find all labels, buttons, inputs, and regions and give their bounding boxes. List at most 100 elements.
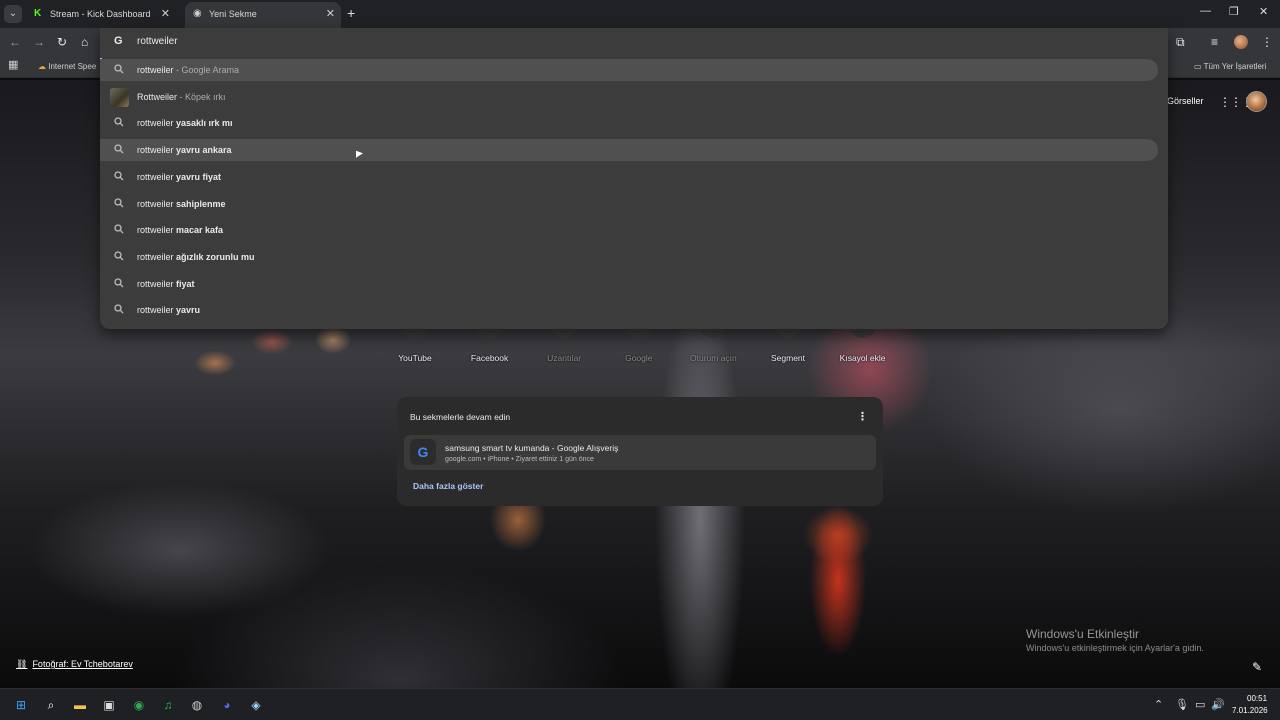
photo-credit-text: Fotoğraf: Ev Tchebotarev xyxy=(32,659,133,669)
file-explorer-icon[interactable]: ▬ xyxy=(71,696,89,714)
suggestion-item[interactable]: rottweiler sahiplenme xyxy=(100,193,1158,215)
folder-icon: ▭ xyxy=(1194,62,1204,71)
tray-chevron-icon[interactable]: ⌃ xyxy=(1154,698,1163,711)
suggestion-item[interactable]: rottweiler yasaklı ırk mı xyxy=(100,112,1158,134)
app-icon[interactable]: ◍ xyxy=(188,696,206,714)
discord-icon[interactable]: ◕ xyxy=(218,696,236,714)
show-more-link[interactable]: Daha fazla göster xyxy=(413,481,483,491)
network-icon[interactable]: ▭ xyxy=(1195,698,1205,711)
clock-time[interactable]: 00:51 xyxy=(1247,694,1267,703)
suggestion-prefix: rottweiler xyxy=(137,145,177,156)
more-options-icon[interactable]: ⋮ xyxy=(857,410,868,423)
suggestion-item[interactable]: Rottweiler - Köpek ırkı xyxy=(100,86,1158,108)
suggestion-completion: sahiplenme xyxy=(176,198,226,209)
suggestion-completion: macar kafa xyxy=(176,225,224,236)
extensions-icon[interactable]: ⧉ xyxy=(1176,35,1185,49)
suggestion-prefix: Rottweiler xyxy=(137,91,178,102)
item-subtitle: google.com • iPhone • Ziyaret ettiniz 1 … xyxy=(445,456,594,463)
bookmark-internet-speed[interactable]: ☁ Internet Spee xyxy=(38,61,96,73)
suggestion-prefix: rottweiler xyxy=(137,251,177,262)
item-title: samsung smart tv kumanda - Google Alışve… xyxy=(445,443,619,453)
search-icon xyxy=(114,117,124,127)
minimize-button[interactable]: — xyxy=(1200,5,1211,17)
suggestion-text: rottweiler yavru ankara xyxy=(137,144,232,156)
link-icon: ⛓ xyxy=(16,659,28,669)
suggestion-prefix: rottweiler xyxy=(137,305,177,316)
all-bookmarks[interactable]: ▭ Tüm Yer İşaretleri xyxy=(1194,61,1266,73)
volume-icon[interactable]: 🔊 xyxy=(1211,698,1225,711)
suggestion-prefix: rottweiler xyxy=(137,198,177,209)
suggestion-item[interactable]: rottweiler yavru fiyat xyxy=(100,166,1158,188)
new-tab-button[interactable]: + xyxy=(347,6,355,20)
media-controls-icon[interactable]: ≡ xyxy=(1211,35,1218,49)
close-tab-icon[interactable]: ✕ xyxy=(326,2,335,26)
back-button[interactable]: ← xyxy=(9,35,21,49)
suggestion-prefix: rottweiler xyxy=(137,171,177,182)
home-button[interactable]: ⌂ xyxy=(81,35,88,49)
rottweiler-thumbnail xyxy=(110,87,129,107)
suggestion-completion: yavru ankara xyxy=(176,145,232,156)
suggestion-text: rottweiler sahiplenme xyxy=(137,198,226,210)
close-window-button[interactable]: ✕ xyxy=(1259,5,1268,18)
search-icon xyxy=(114,197,124,207)
search-icon xyxy=(114,251,124,261)
reload-button[interactable]: ↻ xyxy=(57,35,67,49)
suggestion-text: rottweiler yavru xyxy=(137,304,200,316)
shortcut-label: Uzantılar xyxy=(547,353,582,363)
suggestion-completion: yavru fiyat xyxy=(176,171,222,182)
suggestion-text: rottweiler yavru fiyat xyxy=(137,171,221,183)
suggestion-item[interactable]: rottweiler ağızlık zorunlu mu xyxy=(100,246,1158,268)
chrome-icon[interactable]: ◉ xyxy=(130,696,148,714)
suggestion-text: rottweiler yasaklı ırk mı xyxy=(137,117,233,129)
spotify-icon[interactable]: ♫ xyxy=(159,696,177,714)
bookmark-label: Tüm Yer İşaretleri xyxy=(1203,62,1267,71)
clock-date[interactable]: 7.01.2026 xyxy=(1232,706,1268,715)
tab-kick-dashboard[interactable]: K Stream - Kick Dashboard ✕ xyxy=(26,2,176,28)
tab-new-tab[interactable]: ◉ Yeni Sekme ✕ xyxy=(185,2,341,28)
photo-credit-link[interactable]: ⛓ Fotoğraf: Ev Tchebotarev xyxy=(16,659,133,670)
forward-button[interactable]: → xyxy=(33,35,45,49)
suggestion-prefix: rottweiler xyxy=(137,225,177,236)
suggestion-item[interactable]: rottweiler yavru xyxy=(100,299,1158,321)
suggestion-prefix: rottweiler xyxy=(137,118,177,129)
suggestion-item[interactable]: rottweiler yavru ankara xyxy=(100,139,1158,162)
account-avatar[interactable] xyxy=(1246,91,1267,112)
activation-watermark-subtitle: Windows'u etkinleştirmek için Ayarlar'a … xyxy=(1026,643,1204,653)
suggestion-completion: ağızlık zorunlu mu xyxy=(176,251,255,262)
address-bar[interactable]: G rottweiler xyxy=(100,28,1168,56)
images-link[interactable]: Görseller xyxy=(1167,96,1204,106)
suggestion-item[interactable]: rottweiler macar kafa xyxy=(100,219,1158,241)
tab-strip: ⌄ K Stream - Kick Dashboard ✕ ◉ Yeni Sek… xyxy=(0,0,1280,28)
search-icon[interactable]: ⌕ xyxy=(42,696,60,714)
address-input[interactable]: rottweiler xyxy=(137,36,178,47)
search-icon xyxy=(114,171,124,181)
suggestion-prefix: rottweiler xyxy=(137,65,174,75)
search-icon xyxy=(114,144,124,154)
suggestion-text: rottweiler fiyat xyxy=(137,278,195,290)
suggestion-completion: yasaklı ırk mı xyxy=(176,118,233,129)
customize-pencil-icon[interactable]: ✎ xyxy=(1252,660,1262,674)
steam-icon[interactable]: ◈ xyxy=(247,696,265,714)
suggestion-item[interactable]: rottweiler - Google Arama xyxy=(100,59,1158,81)
close-tab-icon[interactable]: ✕ xyxy=(161,2,170,26)
card-title: Bu sekmelerle devam edin xyxy=(410,412,511,422)
apps-icon[interactable]: ▦ xyxy=(8,59,18,71)
restore-button[interactable]: ❐ xyxy=(1229,5,1239,18)
suggestion-prefix: rottweiler xyxy=(137,278,177,289)
search-icon xyxy=(114,277,124,288)
microphone-icon[interactable]: 🎙 xyxy=(1175,698,1189,711)
kick-icon: K xyxy=(34,8,42,19)
shortcut-label: Segment xyxy=(770,353,806,363)
google-icon: G xyxy=(410,439,436,465)
profile-avatar[interactable] xyxy=(1234,35,1248,49)
chrome-icon: ◉ xyxy=(193,8,202,19)
menu-icon[interactable]: ⋮ xyxy=(1261,35,1273,49)
tab-search-button[interactable]: ⌄ xyxy=(4,5,22,23)
continue-tab-item[interactable]: G samsung smart tv kumanda - Google Alış… xyxy=(404,435,876,470)
suggestion-description: - Köpek ırkı xyxy=(177,91,226,102)
search-icon xyxy=(114,224,124,234)
microsoft-store-icon[interactable]: ▣ xyxy=(100,696,118,714)
windows-start-icon[interactable]: ⊞ xyxy=(12,696,30,714)
suggestion-text: rottweiler macar kafa xyxy=(137,224,223,236)
suggestion-item[interactable]: rottweiler fiyat xyxy=(100,273,1158,295)
